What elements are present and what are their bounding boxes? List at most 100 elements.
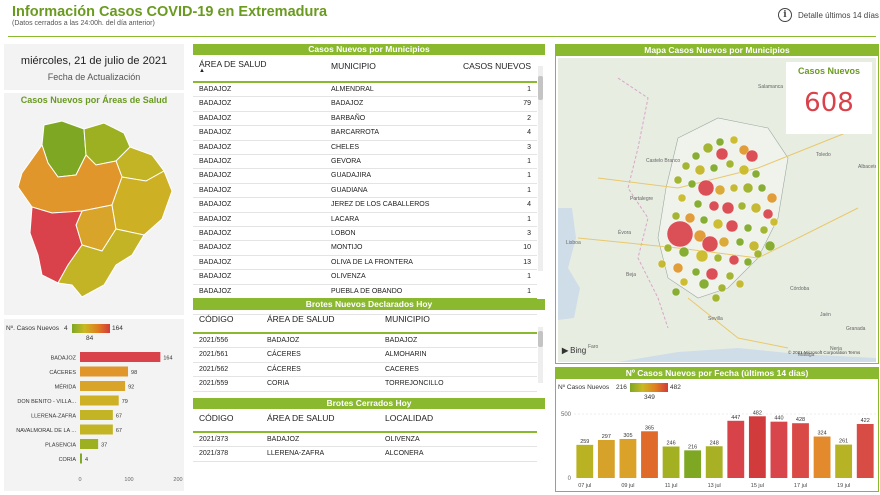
municipio-bubble[interactable] [702, 142, 714, 154]
date-bar[interactable] [748, 416, 766, 478]
municipio-bubble[interactable] [698, 278, 710, 290]
municipio-bubble[interactable] [672, 262, 684, 274]
column-header-casos[interactable]: CASOS NUEVOS [455, 55, 537, 83]
detail-14-days-button[interactable]: i Detalle últimos 14 días [778, 8, 879, 22]
table-row[interactable]: BADAJOZ LOBON 3 [193, 226, 537, 242]
municipio-bubble[interactable] [717, 283, 727, 293]
area-bar[interactable] [80, 410, 113, 420]
municipio-bubble[interactable] [657, 259, 667, 269]
table-row[interactable]: BADAJOZ OLIVA DE LA FRONTERA 13 [193, 255, 537, 271]
fecha-bar-chart[interactable]: 500 0 259 297 305 365 246 216 248 447 482 440 428 324… [556, 404, 878, 492]
municipio-bubble[interactable] [753, 249, 763, 259]
table-row[interactable]: BADAJOZ CHELES 3 [193, 140, 537, 156]
municipio-bubble[interactable] [721, 201, 735, 215]
table-row[interactable]: BADAJOZ MONTIJO 10 [193, 240, 537, 256]
date-bar[interactable] [684, 450, 702, 478]
scrollbar-thumb[interactable] [538, 76, 543, 100]
municipio-bubble[interactable] [725, 271, 735, 281]
municipio-bubble[interactable] [764, 240, 776, 252]
column-header-municipio[interactable]: MUNICIPIO [379, 310, 537, 334]
area-bar[interactable] [80, 366, 129, 377]
area-bar[interactable] [80, 381, 126, 391]
municipio-bubble[interactable] [697, 179, 715, 197]
municipio-bubble[interactable] [695, 249, 709, 263]
municipio-bubble[interactable] [742, 182, 754, 194]
municipio-bubble[interactable] [684, 212, 696, 224]
date-bar[interactable] [619, 438, 637, 478]
table-row[interactable]: BADAJOZ GEVORA 1 [193, 154, 537, 170]
date-bar[interactable] [641, 431, 658, 478]
date-bar[interactable] [770, 421, 788, 478]
date-bar[interactable] [662, 446, 680, 478]
date-bar[interactable] [727, 420, 745, 478]
municipio-bubble[interactable] [678, 246, 690, 258]
municipios-map[interactable]: SalamancaMadridToledoCastelo BrancoPorta… [558, 58, 876, 362]
extremadura-areas-map[interactable] [12, 115, 177, 300]
table-row[interactable]: BADAJOZ BARCARROTA 4 [193, 125, 537, 141]
municipio-bubble[interactable] [725, 159, 735, 169]
municipio-bubble[interactable] [729, 135, 739, 145]
column-header-area[interactable]: ÁREA DE SALUD [261, 310, 379, 334]
table-row[interactable]: BADAJOZ GUADIANA 1 [193, 183, 537, 199]
municipio-bubble[interactable] [701, 235, 719, 253]
date-bar[interactable] [705, 446, 723, 478]
municipio-bubble[interactable] [745, 149, 759, 163]
column-header-localidad[interactable]: LOCALIDAD [379, 409, 537, 433]
municipio-bubble[interactable] [679, 277, 689, 287]
municipio-bubble[interactable] [743, 257, 753, 267]
municipio-bubble[interactable] [694, 164, 706, 176]
table-row[interactable]: 2021/373 BADAJOZ OLIVENZA [193, 432, 537, 448]
municipio-bubble[interactable] [738, 164, 750, 176]
municipio-bubble[interactable] [714, 184, 726, 196]
municipio-bubble[interactable] [715, 147, 729, 161]
table-row[interactable]: 2021/561 CÁCERES ALMOHARIN [193, 347, 537, 363]
municipios-scrollbar[interactable] [538, 66, 543, 271]
date-bar[interactable] [856, 423, 874, 478]
municipio-bubble[interactable] [699, 215, 709, 225]
area-bar[interactable] [80, 395, 119, 406]
municipio-bubble[interactable] [735, 237, 745, 247]
municipio-bubble[interactable] [748, 240, 760, 252]
municipio-bubble[interactable] [735, 279, 745, 289]
municipio-bubble[interactable] [725, 219, 739, 233]
municipio-bubble[interactable] [750, 202, 762, 214]
municipio-bubble[interactable] [759, 225, 769, 235]
date-bar[interactable] [576, 444, 594, 478]
municipio-bubble[interactable] [681, 161, 691, 171]
municipio-bubble[interactable] [751, 169, 761, 179]
municipio-bubble[interactable] [708, 200, 720, 212]
column-header-area[interactable]: ÁREA DE SALUD [261, 409, 379, 433]
table-row[interactable]: BADAJOZ GUADAJIRA 1 [193, 168, 537, 184]
municipio-bubble[interactable] [715, 137, 725, 147]
areas-bar-chart[interactable]: BADAJOZ 164 CÁCERES 98 MÉRIDA 92 DON BENITO - … [4, 349, 184, 489]
table-row[interactable]: BADAJOZ ALMENDRAL 1 [193, 82, 537, 98]
table-row[interactable]: 2021/556 BADAJOZ BADAJOZ [193, 333, 537, 349]
table-row[interactable]: 2021/562 CÁCERES CACERES [193, 362, 537, 378]
municipio-bubble[interactable] [737, 201, 747, 211]
area-bar[interactable] [80, 453, 82, 464]
municipio-bubble[interactable] [711, 293, 721, 303]
table-row[interactable]: BADAJOZ JEREZ DE LOS CABALLEROS 4 [193, 197, 537, 213]
municipio-bubble[interactable] [677, 193, 687, 203]
municipio-bubble[interactable] [705, 267, 719, 281]
municipio-bubble[interactable] [673, 175, 683, 185]
column-header-codigo[interactable]: CÓDIGO [193, 310, 261, 334]
brotes-nuevos-scrollbar[interactable] [538, 327, 543, 383]
date-bar[interactable] [792, 423, 809, 478]
scrollbar-thumb[interactable] [538, 331, 543, 347]
municipio-bubble[interactable] [663, 243, 673, 253]
municipio-bubble[interactable] [729, 183, 739, 193]
table-row[interactable]: 2021/378 LLERENA-ZAFRA ALCONERA [193, 446, 537, 462]
municipio-bubble[interactable] [691, 151, 701, 161]
municipio-bubble[interactable] [766, 192, 778, 204]
municipio-bubble[interactable] [671, 287, 681, 297]
column-header-codigo[interactable]: CÓDIGO [193, 409, 261, 433]
date-bar[interactable] [597, 439, 615, 478]
table-row[interactable]: BADAJOZ BARBAÑO 2 [193, 111, 537, 127]
municipio-bubble[interactable] [743, 223, 753, 233]
table-row[interactable]: BADAJOZ LACARA 1 [193, 212, 537, 228]
municipio-bubble[interactable] [757, 183, 767, 193]
area-bar[interactable] [80, 352, 161, 362]
column-header-municipio[interactable]: MUNICIPIO [325, 55, 455, 83]
table-row[interactable]: BADAJOZ OLIVENZA 1 [193, 269, 537, 285]
